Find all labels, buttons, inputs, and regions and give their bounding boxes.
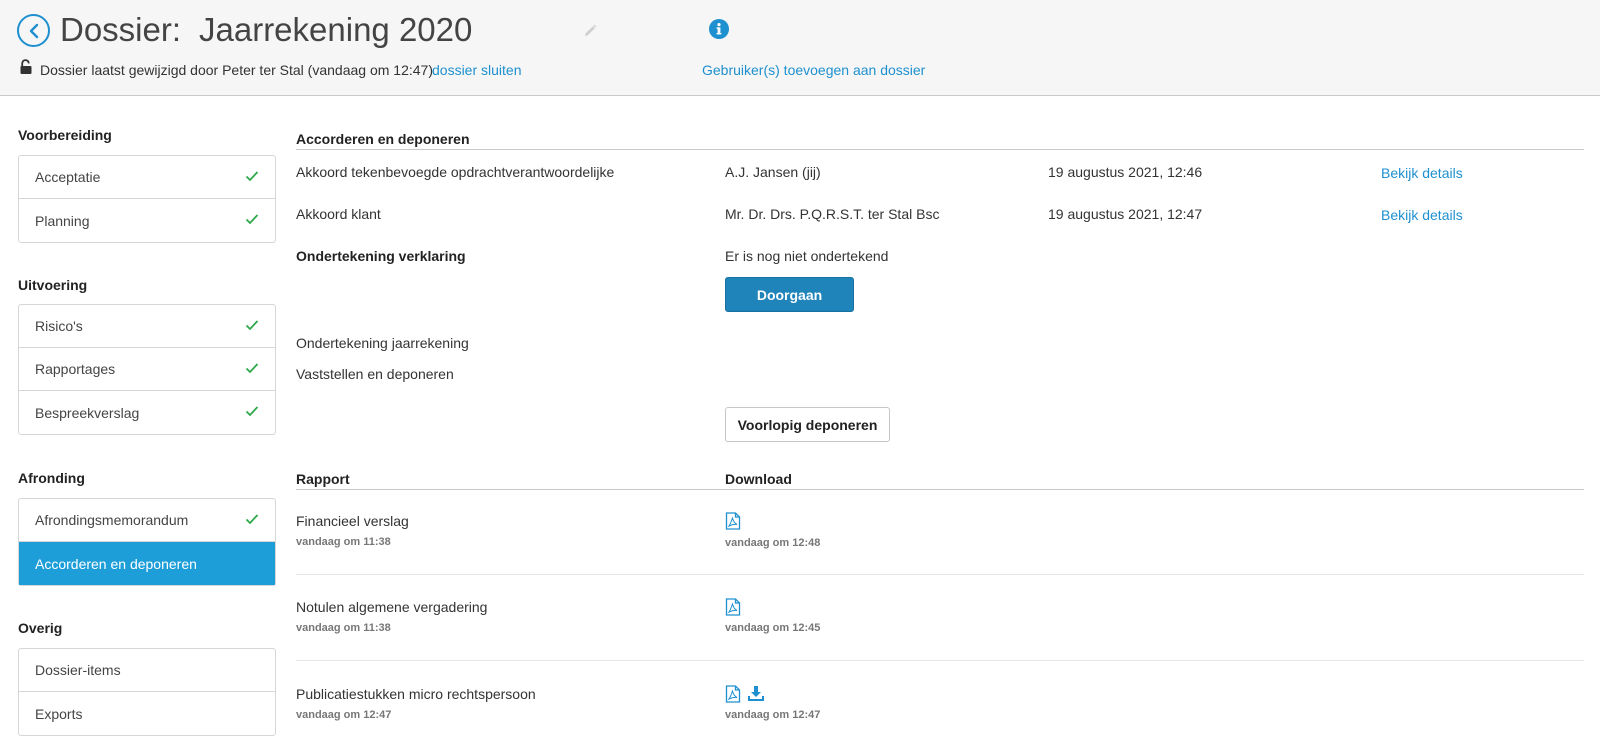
report-created: vandaag om 11:38 <box>296 536 391 548</box>
column-header-download: Download <box>725 471 792 487</box>
sidebar-item-acceptatie[interactable]: Acceptatie <box>19 156 275 199</box>
info-icon[interactable] <box>709 19 729 39</box>
sidebar-item-dossier-items[interactable]: Dossier-items <box>19 649 275 692</box>
sidebar-item-rapportages[interactable]: Rapportages <box>19 348 275 391</box>
page-title: Jaarrekening 2020 <box>199 11 473 48</box>
provisional-deposit-button[interactable]: Voorlopig deponeren <box>725 407 890 442</box>
sidebar-item-label: Bespreekverslag <box>35 404 140 421</box>
sidebar-item-label: Acceptatie <box>35 169 101 185</box>
sign-statement-label: Ondertekening verklaring <box>296 248 466 264</box>
sidebar-item-bespreekverslag[interactable]: Bespreekverslag <box>19 391 275 434</box>
approval-date: 19 augustus 2021, 12:46 <box>1048 164 1203 180</box>
report-name: Notulen algemene vergadering <box>296 599 488 615</box>
check-icon <box>245 514 259 525</box>
report-created: vandaag om 12:47 <box>296 709 392 721</box>
sidebar-item-label: Dossier-items <box>35 662 121 678</box>
approval-label: Akkoord tekenbevoegde opdrachtverantwoor… <box>296 164 615 180</box>
download-icon[interactable] <box>748 685 764 701</box>
dossier-header: Dossier: Jaarrekening 2020 Dossier laats… <box>0 0 1600 96</box>
nav-group-voorbereiding: Acceptatie Planning <box>18 155 276 243</box>
approval-person: A.J. Jansen (jij) <box>725 164 821 180</box>
report-created: vandaag om 11:38 <box>296 622 391 634</box>
report-name: Financieel verslag <box>296 513 409 529</box>
check-icon <box>245 171 259 182</box>
unlocked-icon <box>20 59 32 74</box>
check-icon <box>245 363 259 374</box>
section-title-overig: Overig <box>18 620 63 636</box>
check-icon <box>245 214 259 225</box>
add-users-link[interactable]: Gebruiker(s) toevoegen aan dossier <box>702 62 925 78</box>
section-title-voorbereiding: Voorbereiding <box>18 127 112 143</box>
sidebar-item-afrondingsmemorandum[interactable]: Afrondingsmemorandum <box>19 499 275 542</box>
sidebar-item-label: Rapportages <box>35 361 116 377</box>
approval-label: Akkoord klant <box>296 206 381 222</box>
section-title-afronding: Afronding <box>18 470 85 486</box>
sidebar-item-label: Exports <box>35 705 83 722</box>
back-button[interactable] <box>17 14 50 47</box>
divider <box>296 489 1584 490</box>
nav-group-uitvoering: Risico's Rapportages Bespreekverslag <box>18 304 276 435</box>
download-time: vandaag om 12:45 <box>725 622 821 634</box>
close-dossier-link[interactable]: dossier sluiten <box>432 62 522 78</box>
sidebar-item-accorderen[interactable]: Accorderen en deponeren <box>19 542 275 585</box>
page-title-prefix: Dossier: <box>60 11 182 48</box>
divider <box>296 660 1584 661</box>
nav-group-overig: Dossier-items Exports <box>18 648 276 736</box>
nav-group-afronding: Afrondingsmemorandum Accorderen en depon… <box>18 498 276 586</box>
section-heading-accorderen: Accorderen en deponeren <box>296 131 470 147</box>
last-modified-text: Dossier laatst gewijzigd door Peter ter … <box>40 62 433 78</box>
divider <box>296 574 1584 575</box>
sidebar-item-risicos[interactable]: Risico's <box>19 305 275 348</box>
sidebar-item-planning[interactable]: Planning <box>19 199 275 242</box>
sidebar-item-label: Afrondingsmemorandum <box>35 512 189 528</box>
download-time: vandaag om 12:47 <box>725 709 821 721</box>
sidebar-item-label: Accorderen en deponeren <box>35 555 197 572</box>
sidebar-item-label: Planning <box>35 212 90 229</box>
column-header-report: Rapport <box>296 471 350 487</box>
pencil-icon[interactable] <box>582 23 598 39</box>
check-icon <box>245 320 259 331</box>
section-title-uitvoering: Uitvoering <box>18 277 88 293</box>
sign-status: Er is nog niet ondertekend <box>725 248 889 264</box>
view-details-link[interactable]: Bekijk details <box>1381 165 1463 181</box>
check-icon <box>245 406 259 417</box>
download-time: vandaag om 12:48 <box>725 537 821 549</box>
divider <box>296 149 1584 150</box>
report-name: Publicatiestukken micro rechtspersoon <box>296 686 536 702</box>
sidebar-item-label: Risico's <box>35 318 83 334</box>
approval-person: Mr. Dr. Drs. P.Q.R.S.T. ter Stal Bsc <box>725 206 940 222</box>
sign-annual-report-label: Ondertekening jaarrekening <box>296 335 469 351</box>
sidebar-item-exports[interactable]: Exports <box>19 692 275 735</box>
approval-date: 19 augustus 2021, 12:47 <box>1048 206 1203 222</box>
establish-deposit-label: Vaststellen en deponeren <box>296 366 454 382</box>
pdf-icon[interactable] <box>725 685 741 703</box>
pdf-icon[interactable] <box>725 598 741 616</box>
pdf-icon[interactable] <box>725 512 741 530</box>
chevron-left-icon <box>29 23 38 38</box>
view-details-link[interactable]: Bekijk details <box>1381 207 1463 223</box>
continue-button[interactable]: Doorgaan <box>725 277 854 312</box>
